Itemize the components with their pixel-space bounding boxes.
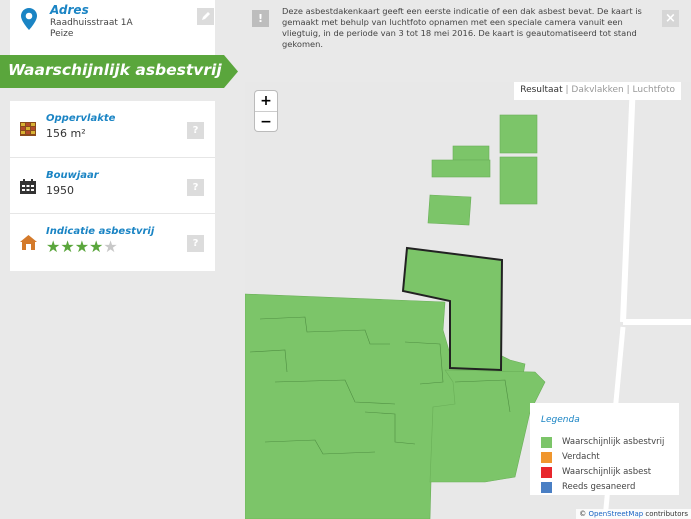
year-value: 1950	[46, 184, 74, 197]
year-title: Bouwjaar	[46, 170, 99, 181]
legend-label: Verdacht	[562, 452, 600, 462]
location-pin-icon	[21, 8, 37, 30]
zoom-control: + −	[255, 91, 277, 131]
map-legend: Legenda Waarschijnlijk asbestvrij Verdac…	[530, 403, 679, 495]
surface-title: Oppervlakte	[46, 113, 116, 124]
rating-help-button[interactable]: ?	[187, 235, 204, 252]
star-icon: ★	[89, 237, 104, 256]
zoom-in-button[interactable]: +	[255, 91, 277, 111]
roof-tiles-icon	[20, 122, 36, 136]
asbestos-map-page: Adres Raadhuisstraat 1A Peize Waarschijn…	[0, 0, 691, 519]
info-row-rating: Indicatie asbestvrij ★★★★★ ?	[10, 213, 215, 269]
address-card: Adres Raadhuisstraat 1A Peize	[10, 0, 215, 58]
map-attribution: © OpenStreetMap contributors	[576, 509, 691, 519]
layer-roofs-tab[interactable]: Dakvlakken	[571, 85, 623, 95]
house-icon	[20, 235, 37, 250]
pencil-icon	[201, 12, 210, 20]
info-notice: ! Deze asbestdakenkaart geeft een eerste…	[245, 0, 691, 62]
address-street: Raadhuisstraat 1A	[50, 18, 133, 28]
star-icon: ★	[60, 237, 75, 256]
surface-help-button[interactable]: ?	[187, 122, 204, 139]
legend-title: Legenda	[541, 415, 580, 425]
legend-swatch	[541, 452, 552, 463]
zoom-out-button[interactable]: −	[255, 111, 277, 131]
edit-address-button[interactable]	[197, 8, 214, 25]
address-city: Peize	[50, 29, 74, 39]
legend-label: Waarschijnlijk asbestvrij	[562, 437, 665, 447]
alert-icon: !	[252, 10, 269, 27]
sidebar: Adres Raadhuisstraat 1A Peize Waarschijn…	[0, 0, 244, 519]
address-label: Adres	[50, 3, 89, 17]
legend-label: Reeds gesaneerd	[562, 482, 636, 492]
rating-title: Indicatie asbestvrij	[46, 226, 155, 237]
map-view[interactable]: Resultaat | Dakvlakken | Luchtfoto + − L…	[245, 82, 691, 519]
star-icon: ★	[74, 237, 90, 256]
legend-label: Waarschijnlijk asbest	[562, 467, 652, 477]
result-text: Waarschijnlijk asbestvrij	[8, 61, 222, 79]
layer-aerial-tab[interactable]: Luchtfoto	[633, 85, 675, 95]
legend-swatch	[541, 467, 552, 478]
info-row-year: Bouwjaar 1950 ?	[10, 157, 215, 213]
layer-switcher: Resultaat | Dakvlakken | Luchtfoto	[514, 82, 681, 100]
osm-link[interactable]: OpenStreetMap	[588, 510, 643, 518]
notice-text: Deze asbestdakenkaart geeft een eerste i…	[282, 6, 642, 49]
building-info-card: Oppervlakte 156 m² ? Bouwjaar 1950 ? Ind…	[10, 101, 215, 271]
layer-result-tab[interactable]: Resultaat	[520, 85, 562, 95]
star-icon: ★	[46, 237, 61, 256]
result-banner: Waarschijnlijk asbestvrij	[0, 55, 238, 88]
star-icon: ★	[103, 237, 118, 256]
legend-swatch	[541, 437, 552, 448]
rating-stars: ★★★★★	[46, 239, 118, 255]
year-help-button[interactable]: ?	[187, 179, 204, 196]
surface-value: 156 m²	[46, 127, 86, 140]
legend-swatch	[541, 482, 552, 493]
calendar-icon	[20, 179, 36, 194]
info-row-surface: Oppervlakte 156 m² ?	[10, 101, 215, 157]
close-notice-button[interactable]: ×	[662, 10, 679, 27]
